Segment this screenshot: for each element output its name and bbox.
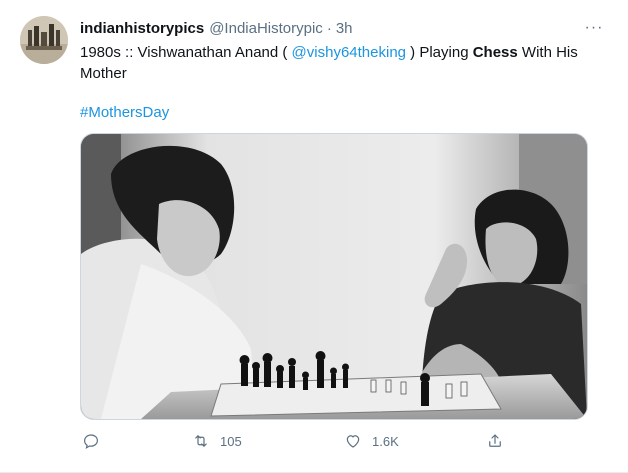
like-button[interactable]: 1.6K [344,429,399,453]
share-icon[interactable] [486,432,504,450]
tweet-text: 1980s :: Vishwanathan Anand ( @vishy64th… [80,42,590,84]
tweet-card[interactable]: indianhistorypics @IndiaHistorypic · 3h … [0,0,628,473]
hashtag-line: #MothersDay [80,102,169,123]
retweet-count: 105 [220,433,242,449]
hashtag-link[interactable]: #MothersDay [80,104,169,121]
share-button[interactable] [486,429,504,453]
reply-button[interactable] [82,429,100,453]
separator-dot: · [326,20,332,37]
reply-icon[interactable] [82,432,100,450]
more-options-icon[interactable]: ··· [582,18,606,38]
tweet-text-bold: Chess [472,44,518,61]
user-handle[interactable]: @IndiaHistorypic [209,19,323,39]
tweet-text-part: ) Playing [406,44,473,61]
action-bar: 105 1.6K [80,429,520,453]
timestamp[interactable]: 3h [336,19,353,39]
like-count: 1.6K [372,433,399,449]
tweet-header: indianhistorypics @IndiaHistorypic · 3h [80,19,353,39]
mention-link[interactable]: @vishy64theking [292,44,406,61]
heart-icon[interactable] [344,432,362,450]
retweet-icon[interactable] [192,432,210,450]
tweet-text-part: 1980s :: Vishwanathan Anand ( [80,44,292,61]
avatar[interactable] [20,16,68,64]
tweet-photo[interactable] [80,133,588,420]
display-name[interactable]: indianhistorypics [80,19,204,39]
retweet-button[interactable]: 105 [192,429,242,453]
